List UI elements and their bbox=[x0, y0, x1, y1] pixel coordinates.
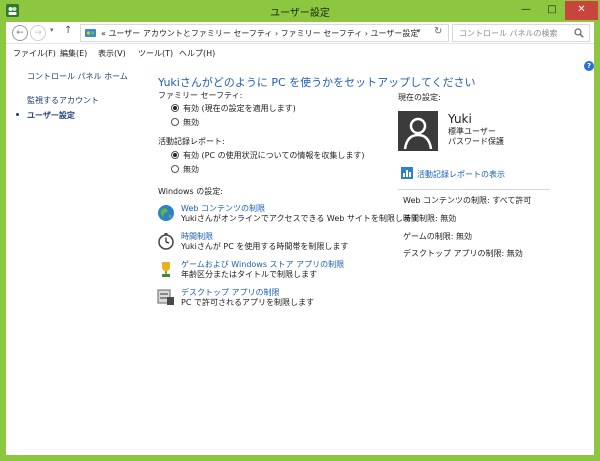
desktop-app-limits-desc: PC で許可されるアプリを制限します bbox=[181, 298, 314, 307]
web-content-limits-desc: Yukiさんがオンラインでアクセスできる Web サイトを制限します bbox=[181, 214, 419, 223]
title-bar: ユーザー設定 — □ ✕ bbox=[0, 0, 600, 22]
maximize-button[interactable]: □ bbox=[539, 1, 565, 20]
menu-view[interactable]: 表示(V) bbox=[98, 48, 126, 59]
sidebar-item-monitored-accounts[interactable]: 監視するアカウント bbox=[27, 95, 99, 106]
breadcrumb[interactable]: « ユーザー アカウントとファミリー セーフティ › ファミリー セーフティ ›… bbox=[101, 28, 418, 39]
up-button[interactable]: ↑ bbox=[64, 25, 72, 36]
summary-desktop-app-limits: デスクトップ アプリの制限: 無効 bbox=[403, 249, 523, 258]
recent-pages-dropdown[interactable]: ▾ bbox=[50, 26, 54, 34]
view-activity-report-link[interactable]: 活動記録レポートの表示 bbox=[417, 169, 505, 180]
windows-settings-label: Windows の設定: bbox=[158, 187, 223, 196]
navigation-bar: ← → ▾ ↑ « ユーザー アカウントとファミリー セーフティ › ファミリー… bbox=[6, 22, 594, 44]
current-item-bullet bbox=[16, 113, 19, 116]
search-input[interactable]: コントロール パネルの検索 bbox=[459, 28, 558, 39]
summary-time-limits: 時間制限: 無効 bbox=[403, 214, 457, 223]
back-button[interactable]: ← bbox=[12, 25, 28, 41]
current-settings-label: 現在の設定: bbox=[398, 93, 441, 102]
desktop-app-icon bbox=[157, 289, 174, 305]
close-button[interactable]: ✕ bbox=[565, 1, 598, 20]
settings-divider bbox=[398, 189, 550, 190]
clock-icon bbox=[158, 233, 174, 250]
family-safety-on-radio[interactable] bbox=[171, 104, 179, 112]
page-title: Yukiさんがどのように PC を使うかをセットアップしてください bbox=[158, 76, 476, 89]
activity-report-icon bbox=[401, 167, 413, 179]
menu-edit[interactable]: 編集(E) bbox=[60, 48, 87, 59]
menu-file[interactable]: ファイル(F) bbox=[13, 48, 56, 59]
forward-button[interactable]: → bbox=[30, 25, 46, 41]
trophy-icon bbox=[162, 262, 170, 277]
menu-help[interactable]: ヘルプ(H) bbox=[179, 48, 215, 59]
search-box[interactable]: コントロール パネルの検索 bbox=[452, 24, 590, 42]
menu-bar: ファイル(F) 編集(E) 表示(V) ツール(T) ヘルプ(H) bbox=[6, 44, 594, 62]
menu-tools[interactable]: ツール(T) bbox=[138, 48, 173, 59]
minimize-button[interactable]: — bbox=[513, 1, 539, 20]
refresh-icon[interactable]: ↻ bbox=[434, 26, 442, 37]
window: ユーザー設定 — □ ✕ ← → ▾ ↑ « ユーザー アカウントとファミリー … bbox=[0, 0, 600, 461]
password-state: パスワード保護 bbox=[448, 137, 504, 146]
time-limits-desc: Yukiさんが PC を使用する時間帯を制限します bbox=[181, 242, 349, 251]
address-bar[interactable]: « ユーザー アカウントとファミリー セーフティ › ファミリー セーフティ ›… bbox=[80, 24, 449, 42]
family-safety-label: ファミリー セーフティ: bbox=[158, 91, 243, 100]
game-limits-desc: 年齢区分またはタイトルで制限します bbox=[181, 270, 317, 279]
activity-report-on-radio[interactable] bbox=[171, 151, 179, 159]
search-icon[interactable] bbox=[574, 28, 584, 38]
user-name: Yuki bbox=[448, 112, 472, 126]
window-title: ユーザー設定 bbox=[270, 8, 330, 19]
control-panel-icon bbox=[85, 29, 96, 37]
family-safety-off-label[interactable]: 無効 bbox=[183, 117, 199, 128]
activity-report-off-label[interactable]: 無効 bbox=[183, 164, 199, 175]
family-safety-on-label[interactable]: 有効 (現在の設定を適用します) bbox=[183, 103, 296, 114]
window-bottom-border bbox=[6, 455, 594, 461]
summary-game-limits: ゲームの制限: 無効 bbox=[403, 232, 472, 241]
sidebar-item-control-panel-home[interactable]: コントロール パネル ホーム bbox=[27, 71, 128, 82]
client-area: ← → ▾ ↑ « ユーザー アカウントとファミリー セーフティ › ファミリー… bbox=[6, 22, 594, 455]
activity-report-label: 活動記録レポート: bbox=[158, 137, 225, 146]
globe-icon bbox=[158, 205, 174, 221]
help-icon[interactable]: ? bbox=[584, 61, 594, 71]
sidebar-item-user-settings: ユーザー設定 bbox=[27, 111, 75, 120]
user-avatar bbox=[398, 111, 438, 151]
family-safety-off-radio[interactable] bbox=[171, 118, 179, 126]
activity-report-on-label[interactable]: 有効 (PC の使用状況についての情報を収集します) bbox=[183, 150, 365, 161]
summary-web-content: Web コンテンツの制限: すべて許可 bbox=[403, 196, 532, 205]
address-dropdown-icon[interactable]: ▾ bbox=[417, 27, 421, 35]
activity-report-off-radio[interactable] bbox=[171, 165, 179, 173]
